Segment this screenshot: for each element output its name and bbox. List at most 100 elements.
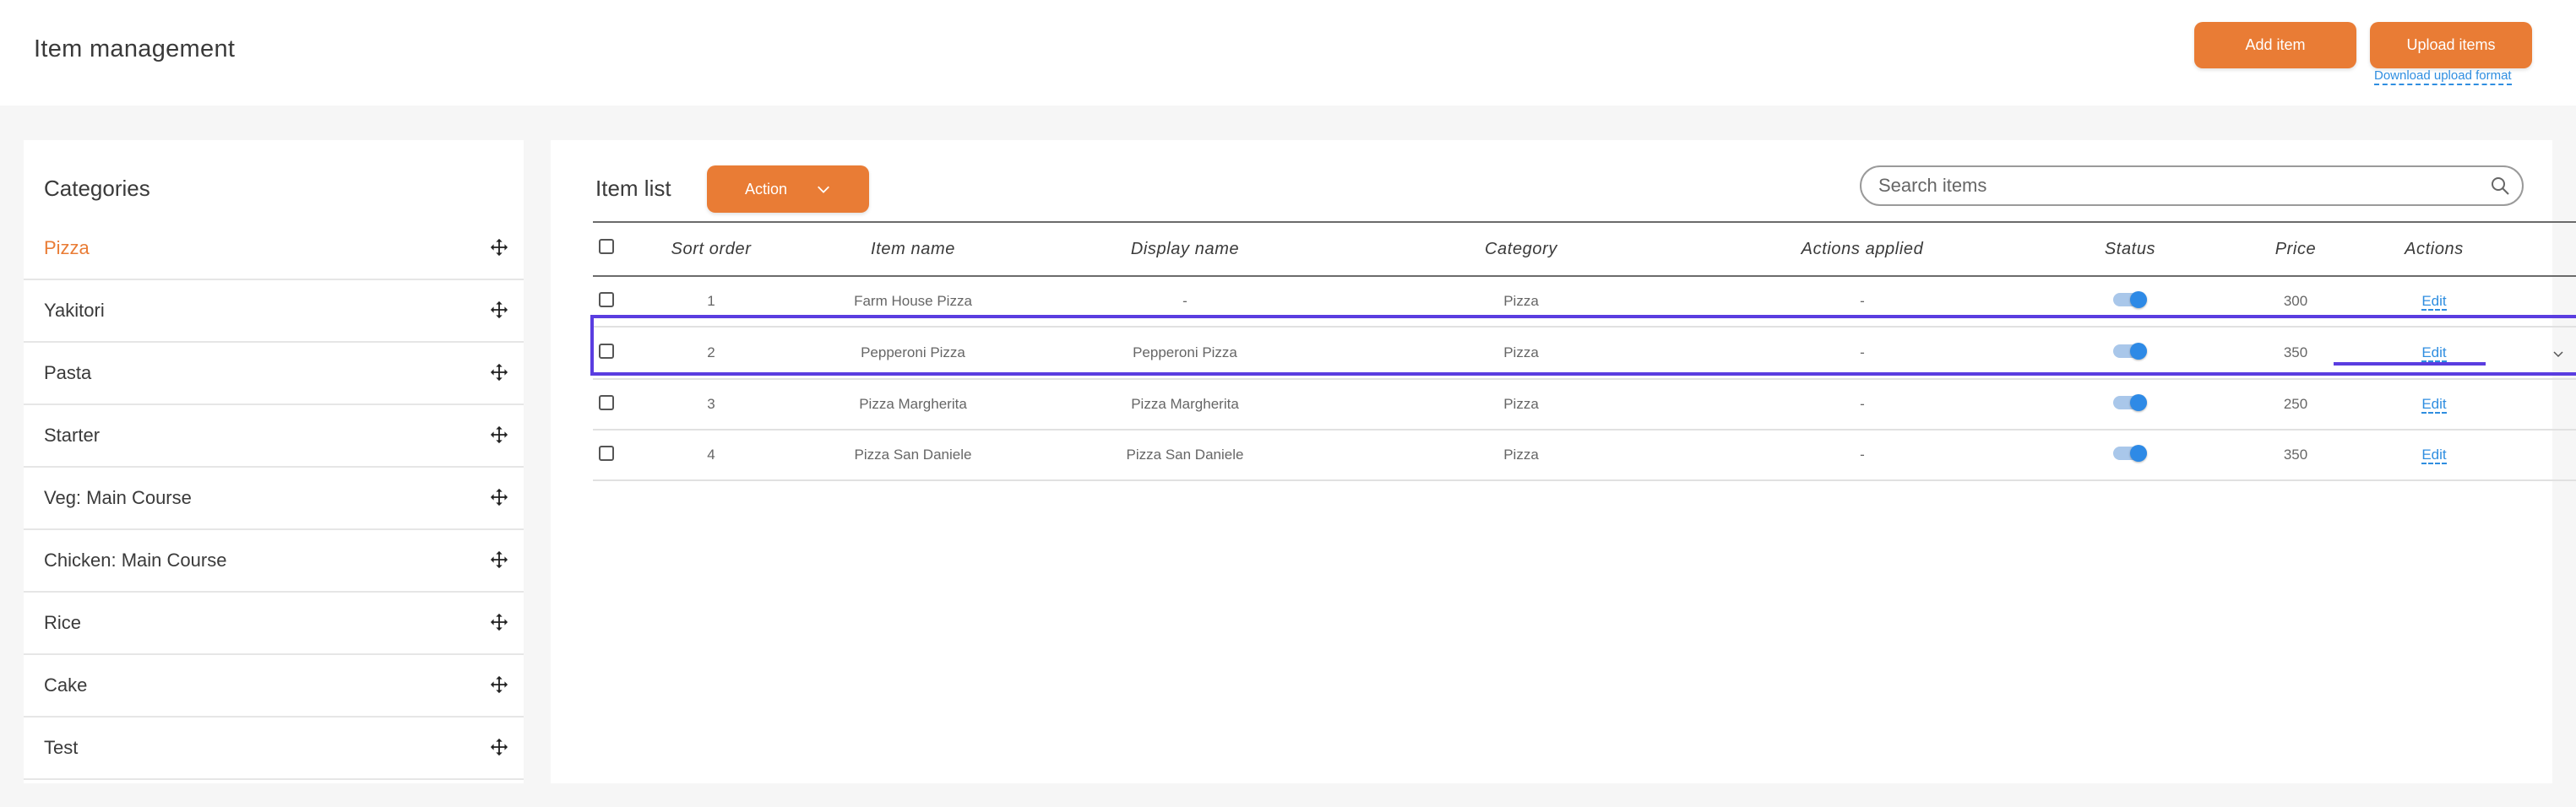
- chevron-down-icon[interactable]: [2552, 348, 2564, 360]
- display-name-cell: Pepperoni Pizza: [1024, 327, 1346, 380]
- search-icon[interactable]: [2490, 176, 2510, 196]
- row-checkbox[interactable]: [599, 445, 614, 461]
- item-name-cell: Pepperoni Pizza: [802, 327, 1024, 380]
- category-item-test[interactable]: Test: [24, 718, 524, 780]
- actions-cell: Edit: [2360, 430, 2508, 481]
- drag-move-icon[interactable]: [490, 675, 508, 694]
- edit-link[interactable]: Edit: [2421, 344, 2447, 362]
- action-button-label: Action: [744, 180, 788, 198]
- row-expand-cell: [2508, 430, 2576, 481]
- status-toggle[interactable]: [2113, 290, 2147, 308]
- category-item-pasta[interactable]: Pasta: [24, 343, 524, 405]
- column-header-category[interactable]: Category: [1346, 223, 1696, 277]
- price-cell: 300: [2231, 276, 2360, 328]
- column-header-sort-order[interactable]: Sort order: [620, 223, 802, 277]
- category-item-starter[interactable]: Starter: [24, 405, 524, 468]
- column-header-price[interactable]: Price: [2231, 223, 2360, 277]
- edit-link[interactable]: Edit: [2421, 293, 2447, 311]
- items-table: Sort order Item name Display name Catego…: [593, 223, 2576, 481]
- action-dropdown-button[interactable]: Action: [707, 165, 869, 213]
- category-label: Cake: [44, 674, 88, 696]
- item-list-heading: Item list: [595, 176, 671, 201]
- row-select-cell: [593, 430, 620, 481]
- category-item-veg-main-course[interactable]: Veg: Main Course: [24, 468, 524, 530]
- column-header-actions-applied[interactable]: Actions applied: [1696, 223, 2029, 277]
- drag-move-icon[interactable]: [490, 613, 508, 631]
- sort-order-cell: 1: [620, 276, 802, 328]
- category-item-pizza[interactable]: Pizza: [24, 218, 524, 280]
- table-row[interactable]: 3 Pizza Margherita Pizza Margherita Pizz…: [593, 379, 2576, 431]
- sort-order-cell: 2: [620, 327, 802, 380]
- column-header-spacer: [2508, 223, 2576, 277]
- edit-link[interactable]: Edit: [2421, 396, 2447, 414]
- drag-move-icon[interactable]: [490, 301, 508, 319]
- toggle-knob: [2130, 342, 2147, 360]
- select-all-checkbox[interactable]: [599, 239, 614, 254]
- drag-move-icon[interactable]: [490, 488, 508, 506]
- drag-move-icon[interactable]: [490, 738, 508, 756]
- item-list-panel: Item list Action Sort order Item name Di…: [551, 140, 2576, 783]
- status-toggle[interactable]: [2113, 444, 2147, 462]
- categories-heading: Categories: [44, 176, 150, 201]
- category-cell: Pizza: [1346, 430, 1696, 481]
- status-cell: [2029, 430, 2231, 481]
- drag-move-icon[interactable]: [490, 363, 508, 382]
- column-header-actions: Actions: [2360, 223, 2508, 277]
- download-upload-format-link[interactable]: Download upload format: [2374, 68, 2512, 85]
- row-expand-cell: [2508, 327, 2576, 380]
- display-name-cell: Pizza San Daniele: [1024, 430, 1346, 481]
- chevron-down-icon: [818, 186, 829, 193]
- column-header-display-name[interactable]: Display name: [1024, 223, 1346, 277]
- row-select-cell: [593, 327, 620, 380]
- category-cell: Pizza: [1346, 327, 1696, 380]
- row-checkbox[interactable]: [599, 291, 614, 307]
- sort-order-cell: 4: [620, 430, 802, 481]
- drag-move-icon[interactable]: [490, 425, 508, 444]
- category-label: Pizza: [44, 237, 90, 258]
- category-list: Pizza Yakitori Pasta Starter Veg: Main C…: [24, 218, 524, 780]
- category-label: Pasta: [44, 362, 92, 383]
- table-row[interactable]: 4 Pizza San Daniele Pizza San Daniele Pi…: [593, 430, 2576, 481]
- upload-items-button[interactable]: Upload items: [2370, 22, 2532, 68]
- actions-cell: Edit: [2360, 276, 2508, 328]
- table-row[interactable]: 1 Farm House Pizza - Pizza - 300 Edit: [593, 276, 2576, 328]
- actions-applied-cell: -: [1696, 379, 2029, 431]
- drag-move-icon[interactable]: [490, 238, 508, 257]
- category-item-chicken-main-course[interactable]: Chicken: Main Course: [24, 530, 524, 593]
- price-cell: 350: [2231, 327, 2360, 380]
- table-row[interactable]: 2 Pepperoni Pizza Pepperoni Pizza Pizza …: [593, 327, 2576, 380]
- column-header-status[interactable]: Status: [2029, 223, 2231, 277]
- select-all-header: [593, 223, 620, 277]
- item-name-cell: Pizza Margherita: [802, 379, 1024, 431]
- row-checkbox[interactable]: [599, 394, 614, 410]
- category-label: Yakitori: [44, 300, 105, 321]
- category-item-rice[interactable]: Rice: [24, 593, 524, 655]
- status-toggle[interactable]: [2113, 342, 2147, 360]
- category-item-yakitori[interactable]: Yakitori: [24, 280, 524, 343]
- row-expand-cell: [2508, 379, 2576, 431]
- toggle-knob: [2130, 290, 2147, 308]
- category-cell: Pizza: [1346, 276, 1696, 328]
- actions-applied-cell: -: [1696, 276, 2029, 328]
- actions-cell: Edit: [2360, 327, 2508, 380]
- edit-link[interactable]: Edit: [2421, 447, 2447, 464]
- add-item-button[interactable]: Add item: [2194, 22, 2356, 68]
- display-name-cell: Pizza Margherita: [1024, 379, 1346, 431]
- status-cell: [2029, 327, 2231, 380]
- category-label: Veg: Main Course: [44, 487, 192, 508]
- top-bar: Item management Add item Upload items Do…: [0, 0, 2576, 106]
- row-checkbox[interactable]: [599, 343, 614, 359]
- status-toggle[interactable]: [2113, 393, 2147, 411]
- column-header-item-name[interactable]: Item name: [802, 223, 1024, 277]
- toggle-knob: [2130, 393, 2147, 411]
- item-name-cell: Pizza San Daniele: [802, 430, 1024, 481]
- item-name-cell: Farm House Pizza: [802, 276, 1024, 328]
- sort-order-cell: 3: [620, 379, 802, 431]
- categories-panel: Categories Pizza Yakitori Pasta Starter …: [24, 140, 524, 783]
- display-name-cell: -: [1024, 276, 1346, 328]
- row-select-cell: [593, 276, 620, 328]
- drag-move-icon[interactable]: [490, 550, 508, 569]
- category-item-cake[interactable]: Cake: [24, 655, 524, 718]
- search-input[interactable]: [1877, 174, 2471, 198]
- actions-applied-cell: -: [1696, 430, 2029, 481]
